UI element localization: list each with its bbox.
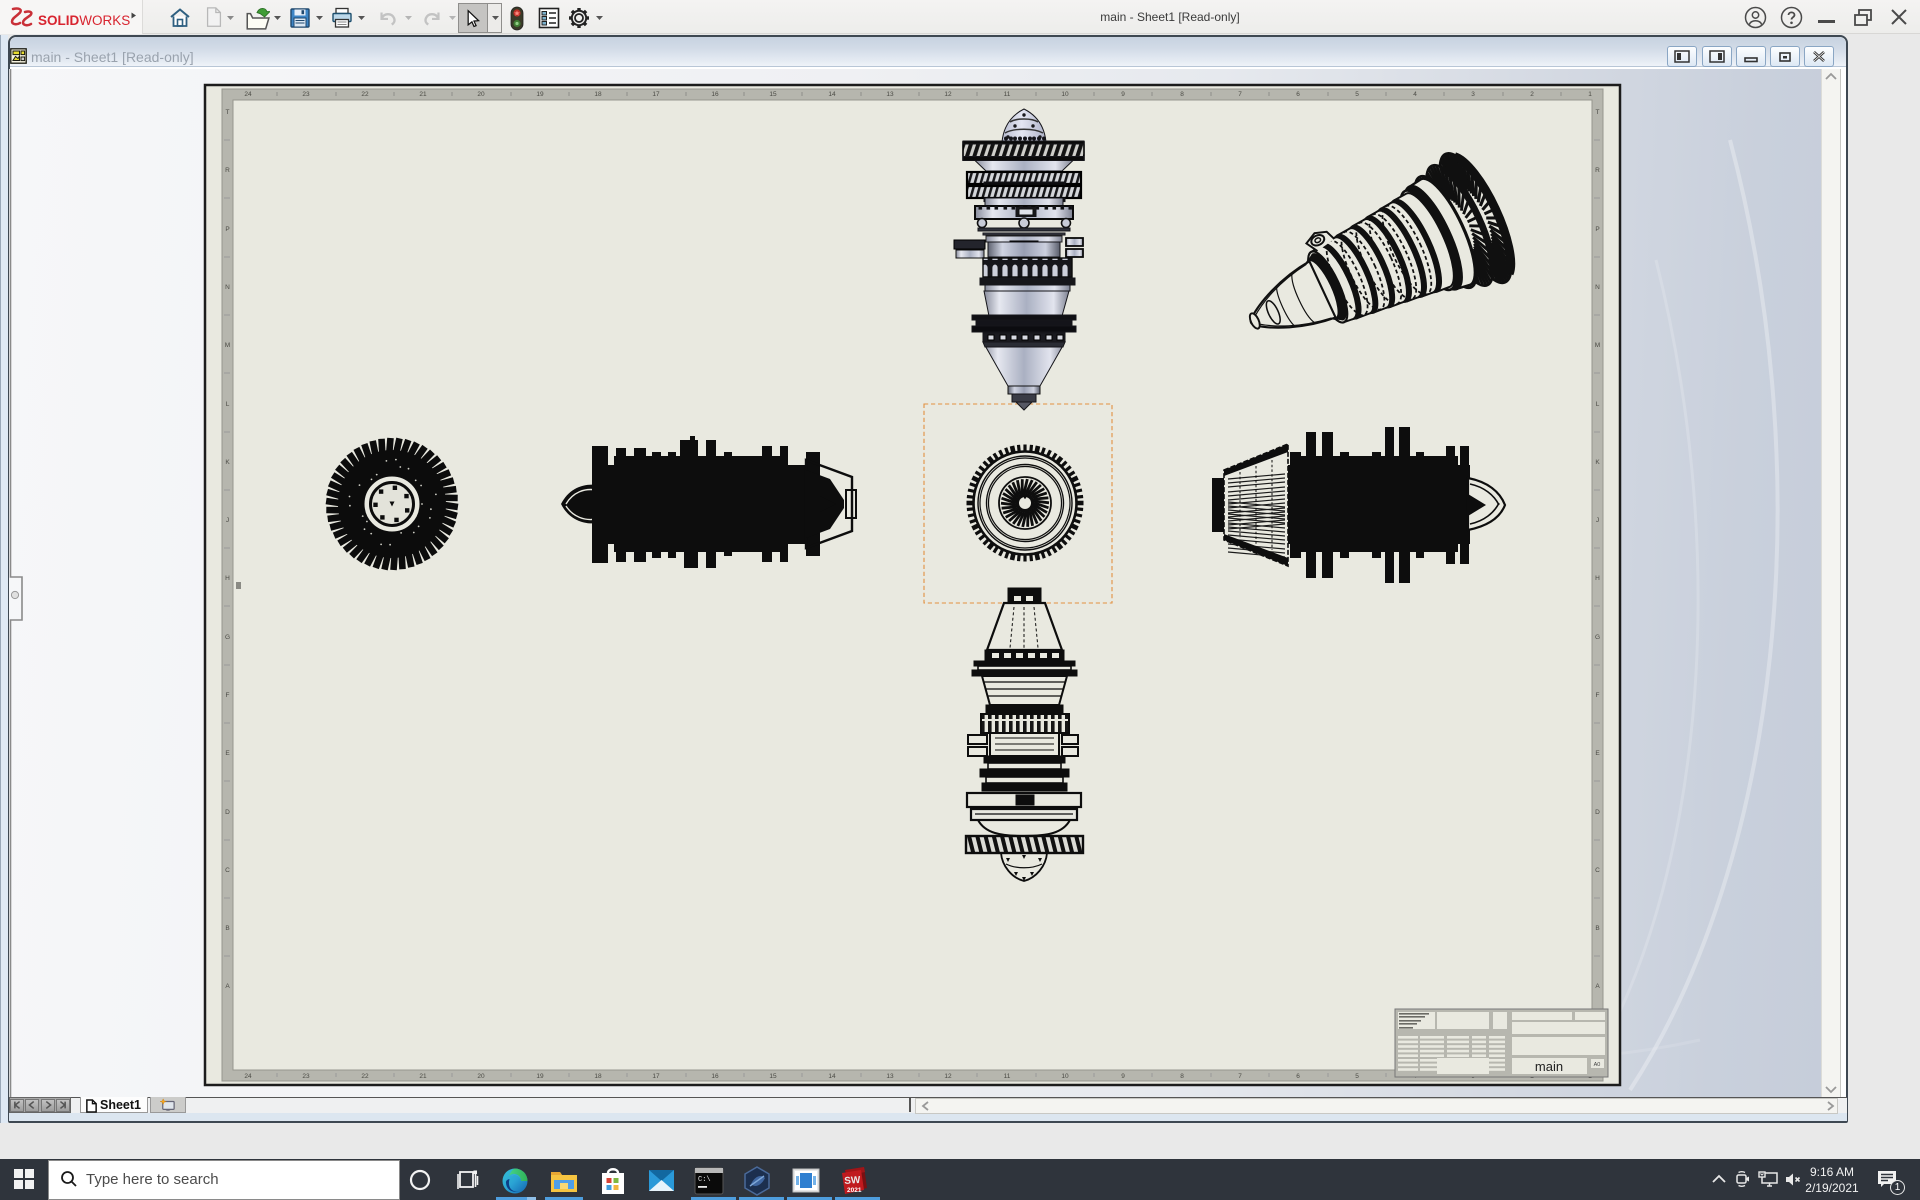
svg-text:J: J <box>1596 517 1599 524</box>
svg-text:K: K <box>225 459 230 466</box>
svg-text:SW: SW <box>844 1175 861 1187</box>
svg-text:7: 7 <box>1238 1073 1242 1080</box>
svg-text:21: 21 <box>419 91 427 98</box>
svg-text:P: P <box>1595 226 1599 233</box>
svg-text:23: 23 <box>302 91 310 98</box>
svg-text:20: 20 <box>477 1073 485 1080</box>
svg-text:12: 12 <box>944 91 952 98</box>
svg-text:11: 11 <box>1004 1073 1011 1080</box>
svg-text:G: G <box>1595 634 1600 641</box>
svg-text:M: M <box>225 342 230 349</box>
svg-text:6: 6 <box>1296 91 1300 98</box>
svg-text:9: 9 <box>1121 1073 1125 1080</box>
svg-text:20: 20 <box>477 91 485 98</box>
svg-text:4: 4 <box>1413 91 1417 98</box>
svg-text:C: C <box>225 867 230 874</box>
svg-text:22: 22 <box>361 91 369 98</box>
svg-text:16: 16 <box>711 1073 719 1080</box>
svg-text:F: F <box>226 692 230 699</box>
svg-text:15: 15 <box>769 1073 777 1080</box>
svg-text:L: L <box>226 401 230 408</box>
svg-text:F: F <box>1596 692 1600 699</box>
svg-text:D: D <box>225 809 230 816</box>
svg-text:13: 13 <box>886 91 894 98</box>
svg-text:A0: A0 <box>1594 1062 1601 1068</box>
svg-text:10: 10 <box>1061 1073 1069 1080</box>
svg-text:8: 8 <box>1180 91 1184 98</box>
svg-text:L: L <box>1596 401 1600 408</box>
svg-text:14: 14 <box>828 91 836 98</box>
svg-text:13: 13 <box>886 1073 894 1080</box>
svg-text:14: 14 <box>828 1073 836 1080</box>
svg-text:P: P <box>225 226 229 233</box>
svg-text:A: A <box>1595 983 1600 990</box>
svg-text:C: C <box>1595 867 1600 874</box>
svg-text:SOLIDWORKS: SOLIDWORKS <box>38 13 130 28</box>
svg-text:16: 16 <box>711 91 719 98</box>
svg-text:E: E <box>1595 750 1600 757</box>
svg-text:8: 8 <box>1180 1073 1184 1080</box>
svg-text:2021: 2021 <box>847 1187 862 1194</box>
svg-text:T: T <box>1596 109 1600 116</box>
svg-text:5: 5 <box>1355 91 1359 98</box>
svg-text:17: 17 <box>652 1073 660 1080</box>
svg-text:10: 10 <box>1061 91 1069 98</box>
svg-text:7: 7 <box>1238 91 1242 98</box>
svg-text:H: H <box>225 575 230 582</box>
svg-text:3: 3 <box>1471 91 1475 98</box>
svg-text:12: 12 <box>944 1073 952 1080</box>
svg-text:R: R <box>225 167 230 174</box>
svg-text:M: M <box>1595 342 1600 349</box>
svg-text:N: N <box>1595 284 1600 291</box>
svg-text:6: 6 <box>1296 1073 1300 1080</box>
svg-text:19: 19 <box>536 1073 544 1080</box>
svg-text:23: 23 <box>302 1073 310 1080</box>
svg-text:19: 19 <box>536 91 544 98</box>
svg-text:J: J <box>226 517 229 524</box>
svg-text:N: N <box>225 284 230 291</box>
svg-text:K: K <box>1595 459 1600 466</box>
svg-text:H: H <box>1595 575 1600 582</box>
svg-text:5: 5 <box>1355 1073 1359 1080</box>
svg-text:15: 15 <box>769 91 777 98</box>
svg-text:22: 22 <box>361 1073 369 1080</box>
svg-text:18: 18 <box>594 1073 602 1080</box>
svg-text:C:\: C:\ <box>698 1176 711 1184</box>
svg-text:17: 17 <box>652 91 660 98</box>
svg-text:E: E <box>225 750 230 757</box>
svg-text:18: 18 <box>594 91 602 98</box>
svg-text:B: B <box>1595 925 1599 932</box>
svg-text:21: 21 <box>419 1073 427 1080</box>
svg-text:T: T <box>226 109 230 116</box>
svg-text:24: 24 <box>244 91 252 98</box>
svg-text:B: B <box>225 925 229 932</box>
svg-text:main: main <box>1535 1059 1563 1074</box>
svg-text:2: 2 <box>1530 91 1534 98</box>
svg-text:A: A <box>225 983 230 990</box>
svg-text:D: D <box>1595 809 1600 816</box>
svg-text:24: 24 <box>244 1073 252 1080</box>
svg-text:G: G <box>225 634 230 641</box>
svg-text:11: 11 <box>1004 91 1011 98</box>
svg-text:9: 9 <box>1121 91 1125 98</box>
svg-text:1: 1 <box>1588 91 1592 98</box>
svg-text:R: R <box>1595 167 1600 174</box>
